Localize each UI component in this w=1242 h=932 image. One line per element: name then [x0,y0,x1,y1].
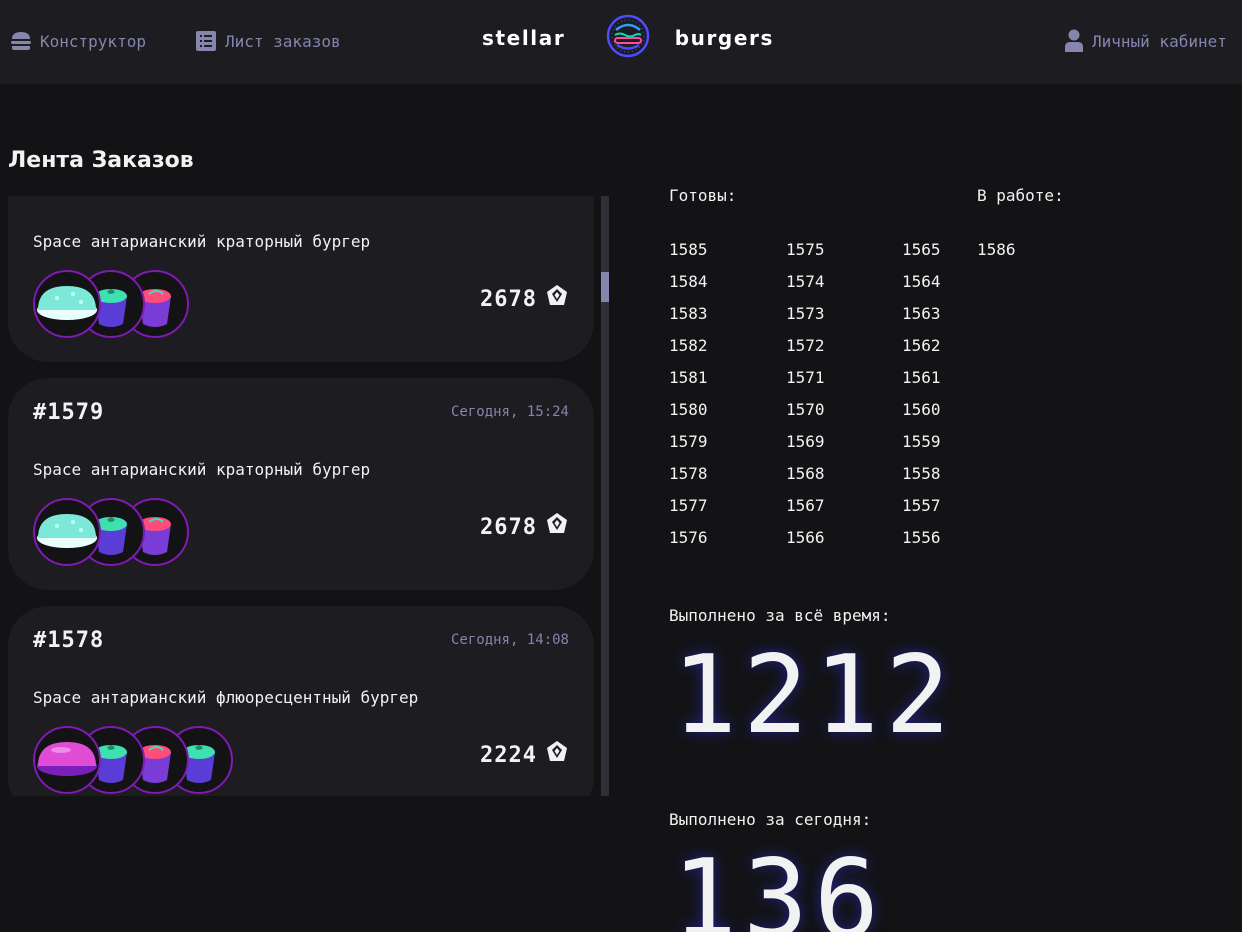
today-completed-value: 136 [672,837,886,932]
ready-order-number: 1569 [786,432,825,451]
ready-order-number: 1573 [786,304,825,323]
in-work-order-number: 1586 [977,240,1016,259]
ready-order-number: 1584 [669,272,708,291]
order-price-value: 2678 [480,286,537,312]
nav-constructor-label: Конструктор [40,31,146,51]
order-price: 2678 [480,284,569,314]
ready-order-number: 1564 [902,272,941,291]
total-completed-value: 1212 [672,633,957,758]
order-number: #1578 [33,628,105,653]
ready-order-number: 1582 [669,336,708,355]
total-completed-label: Выполнено за всё время: [669,606,891,625]
order-price-value: 2224 [480,742,537,768]
ready-order-number: 1583 [669,304,708,323]
ready-heading: Готовы: [669,186,737,205]
nav-order-feed-label: Лист заказов [225,31,341,51]
ready-order-number: 1577 [669,496,708,515]
ready-order-number: 1566 [786,528,825,547]
order-card[interactable]: #1578 Сегодня, 14:08 Space антарианский … [8,606,594,796]
ready-orders-column: 1585 1584 1583 1582 1581 1580 1579 1578 … [669,234,708,554]
nav-profile[interactable]: Личный кабинет [1064,28,1227,54]
order-card[interactable]: #1579 Сегодня, 15:24 Space антарианский … [8,378,594,590]
ingredient-bun-icon [33,270,101,338]
logo-word-left: stellar [482,26,566,50]
ready-orders-column: 1575 1574 1573 1572 1571 1570 1569 1568 … [786,234,825,554]
page-title: Лента Заказов [8,148,194,173]
order-date: Сегодня, 14:08 [450,632,569,648]
order-ingredients [33,498,293,566]
ready-order-number: 1559 [902,432,941,451]
ready-order-number: 1574 [786,272,825,291]
nav-order-feed[interactable]: Лист заказов [195,28,341,54]
order-burger-name: Space антарианский флюоресцентный бургер [33,688,419,707]
in-work-orders-column: 1586 [977,234,1016,266]
currency-icon [545,740,569,770]
order-date: Сегодня, 15:24 [450,404,569,420]
ready-orders-column: 1565 1564 1563 1562 1561 1560 1559 1558 … [902,234,941,554]
ready-order-number: 1570 [786,400,825,419]
ready-order-number: 1558 [902,464,941,483]
in-work-heading: В работе: [977,186,1064,205]
order-number: #1579 [33,400,105,425]
ready-order-number: 1557 [902,496,941,515]
ready-order-number: 1567 [786,496,825,515]
logo-planet-icon [606,14,650,62]
ready-order-number: 1575 [786,240,825,259]
ready-order-number: 1579 [669,432,708,451]
order-price: 2678 [480,512,569,542]
ready-order-number: 1561 [902,368,941,387]
ready-order-number: 1572 [786,336,825,355]
ready-order-number: 1563 [902,304,941,323]
ready-order-number: 1581 [669,368,708,387]
ready-order-number: 1568 [786,464,825,483]
ready-order-number: 1571 [786,368,825,387]
order-price: 2224 [480,740,569,770]
feed-scrollbar-thumb[interactable] [601,272,609,302]
list-icon [195,30,217,52]
ready-order-number: 1578 [669,464,708,483]
ready-order-number: 1576 [669,528,708,547]
ready-order-number: 1580 [669,400,708,419]
ingredient-bun-icon [33,726,101,794]
profile-icon [1064,29,1084,53]
order-feed-list[interactable]: Space антарианский краторный бургер 2678… [8,196,594,796]
currency-icon [545,284,569,314]
nav-profile-label: Личный кабинет [1092,31,1227,51]
order-ingredients [33,270,293,338]
stellar-burgers-logo[interactable]: stellar burgers [482,14,774,62]
nav-constructor[interactable]: Конструктор [10,28,146,54]
ready-order-number: 1556 [902,528,941,547]
order-burger-name: Space антарианский краторный бургер [33,232,371,251]
logo-word-right: burgers [674,26,774,50]
ready-order-number: 1560 [902,400,941,419]
order-card[interactable]: Space антарианский краторный бургер 2678 [8,196,594,362]
order-ingredients [33,726,293,794]
order-price-value: 2678 [480,514,537,540]
ingredient-bun-icon [33,498,101,566]
app-header: Конструктор Лист заказов stellar burgers… [0,0,1242,84]
ready-order-number: 1565 [902,240,941,259]
burger-icon [10,30,32,52]
today-completed-label: Выполнено за сегодня: [669,810,872,829]
ready-order-number: 1562 [902,336,941,355]
currency-icon [545,512,569,542]
ready-order-number: 1585 [669,240,708,259]
order-burger-name: Space антарианский краторный бургер [33,460,371,479]
